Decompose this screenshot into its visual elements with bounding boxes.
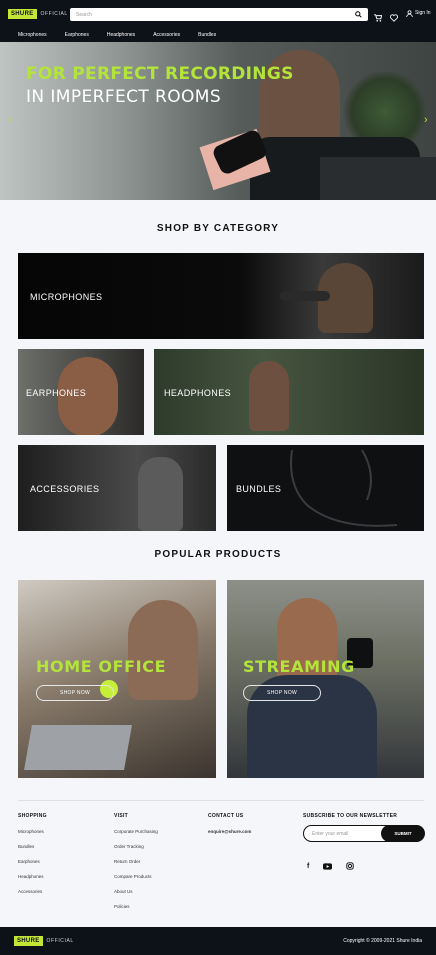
heart-icon[interactable] [389,9,399,22]
home-office-laptop [24,725,132,770]
newsletter-submit-button[interactable]: SUBMIT [381,825,425,842]
search-icon[interactable] [354,11,362,19]
sign-in-link[interactable]: Sign In [406,9,431,17]
sign-in-label: Sign In [415,10,431,16]
main-nav: Microphones Earphones Headphones Accesso… [0,28,436,42]
search-placeholder: Search [76,11,92,18]
category-label: MICROPHONES [30,292,103,302]
home-office-person [128,600,198,700]
category-label: HEADPHONES [164,388,232,398]
bottom-bar: SHURE OFFICIAL Copyright © 2009-2021 Shu… [0,927,436,955]
product-title: HOME OFFICE [36,657,167,676]
hero-headline-2: IN IMPERFECT ROOMS [26,87,222,107]
hero-headline-1: FOR PERFECT RECORDINGS [26,64,294,84]
nav-earphones[interactable]: Earphones [65,32,89,38]
nav-microphones[interactable]: Microphones [18,32,47,38]
footer-link[interactable]: Compare Products [114,874,158,879]
shure-logo[interactable]: SHURE OFFICIAL [8,9,68,19]
footer-link[interactable]: Accessories [18,889,47,894]
social-links: f [307,862,355,870]
shop-now-button[interactable]: SHOP NOW [36,685,114,701]
header-actions: Sign In [374,9,431,22]
footer-link[interactable]: Order Tracking [114,844,158,849]
category-headphones-image [249,361,289,431]
footer: SHOPPING Microphones Bundles Earphones H… [18,800,425,909]
logo-sub: OFFICIAL [40,11,68,17]
footer-link[interactable]: Microphones [18,829,47,834]
hero-banner[interactable]: FOR PERFECT RECORDINGS IN IMPERFECT ROOM… [0,42,436,200]
facebook-icon[interactable]: f [307,863,309,870]
footer-link[interactable]: Corporate Purchasing [114,829,158,834]
hero-prev-icon[interactable]: ‹ [8,114,12,126]
category-label: ACCESSORIES [30,484,100,494]
instagram-icon[interactable] [346,862,355,870]
footer-contact: CONTACT US enquire@shure.com [208,813,251,844]
footer-heading: SUBSCRIBE TO OUR NEWSLETTER [303,813,398,819]
popular-products-title: POPULAR PRODUCTS [154,549,282,560]
footer-heading: SHOPPING [18,813,47,819]
logo-mark: SHURE [14,936,43,946]
copyright-text: Copyright © 2009-2021 Shure India [343,938,422,944]
footer-shopping: SHOPPING Microphones Bundles Earphones H… [18,813,47,904]
youtube-icon[interactable] [323,862,333,870]
category-label: BUNDLES [236,484,282,494]
category-earphones[interactable]: EARPHONES [18,349,144,435]
footer-link[interactable]: Bundles [18,844,47,849]
nav-accessories[interactable]: Accessories [153,32,180,38]
product-home-office[interactable]: HOME OFFICE SHOP NOW [18,580,216,778]
hero-next-icon[interactable]: › [424,114,428,126]
footer-heading: VISIT [114,813,129,819]
footer-heading: CONTACT US [208,813,244,819]
hero-desk [320,157,436,200]
category-label: EARPHONES [26,388,87,398]
contact-email-link[interactable]: enquire@shure.com [208,829,251,834]
category-headphones[interactable]: HEADPHONES [154,349,424,435]
footer-link[interactable]: Headphones [18,874,47,879]
product-title: STREAMING [243,657,355,676]
product-streaming[interactable]: STREAMING SHOP NOW [227,580,424,778]
newsletter-email-input[interactable]: Enter your email SUBMIT [303,825,425,842]
footer-visit: VISIT Corporate Purchasing Order Trackin… [114,813,158,919]
footer-link[interactable]: Earphones [18,859,47,864]
shop-by-category-title: SHOP BY CATEGORY [156,223,280,234]
category-microphones-mic [280,291,330,301]
category-accessories-image [138,457,183,531]
shop-now-button[interactable]: SHOP NOW [243,685,321,701]
nav-headphones[interactable]: Headphones [107,32,135,38]
logo-sub: OFFICIAL [46,938,74,944]
category-bundles-image [290,449,398,527]
search-input[interactable]: Search [70,8,368,21]
category-accessories[interactable]: ACCESSORIES [18,445,216,531]
category-microphones[interactable]: MICROPHONES [18,253,424,339]
footer-link[interactable]: Return Order [114,859,158,864]
logo-mark: SHURE [8,9,37,19]
footer-logo[interactable]: SHURE OFFICIAL [14,936,74,946]
email-placeholder: Enter your email [312,831,349,837]
footer-link[interactable]: About Us [114,889,158,894]
cart-icon[interactable] [374,9,383,22]
user-icon [406,9,413,17]
category-bundles[interactable]: BUNDLES [227,445,424,531]
footer-link[interactable]: Policies [114,904,158,909]
nav-bundles[interactable]: Bundles [198,32,216,38]
